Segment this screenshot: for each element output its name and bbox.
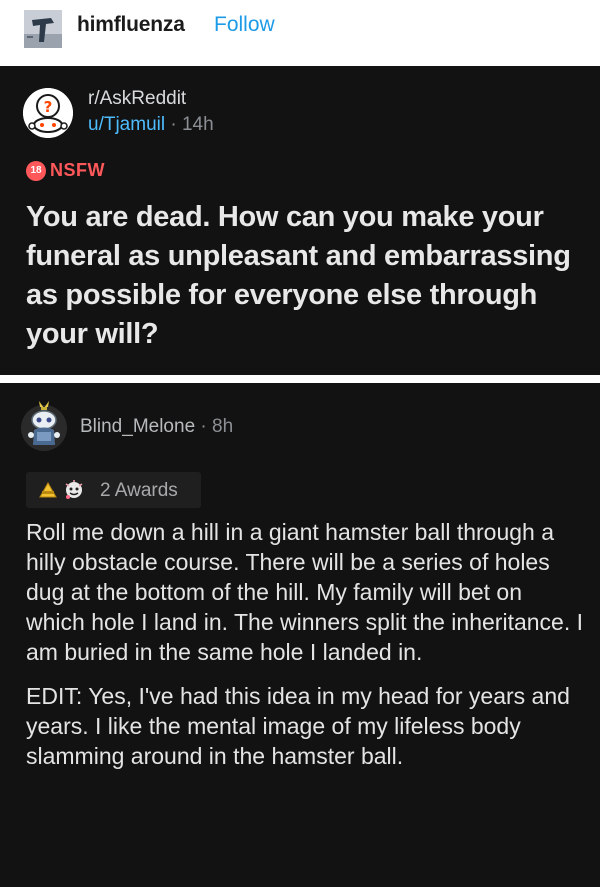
post-author[interactable]: u/Tjamuil <box>88 114 165 135</box>
nsfw-18-icon: 18 <box>26 160 46 181</box>
post-age: 14h <box>181 114 214 135</box>
gold-award-icon <box>38 481 58 504</box>
tumblr-header: himfluenza Follow <box>0 0 600 60</box>
post-title[interactable]: You are dead. How can you make your fune… <box>26 198 586 354</box>
meta-separator: · <box>170 114 177 135</box>
comment-meta: Blind_Melone · 8h <box>80 416 233 438</box>
askreddit-snoo-icon[interactable]: ? <box>23 88 73 138</box>
wholesome-award-icon <box>63 479 85 506</box>
comment-paragraph: Roll me down a hill in a giant hamster b… <box>26 519 583 665</box>
comment-body: Roll me down a hill in a giant hamster b… <box>26 517 586 771</box>
awards-chip[interactable]: 2 Awards <box>26 472 201 508</box>
nsfw-tag: 18 NSFW <box>26 160 105 182</box>
snoo-avatar-icon[interactable] <box>19 399 69 453</box>
subreddit-name[interactable]: r/AskReddit <box>88 88 186 110</box>
blog-avatar-icon[interactable] <box>24 10 62 48</box>
blog-username[interactable]: himfluenza <box>77 13 185 37</box>
panel-divider <box>0 375 600 383</box>
comment-edit-paragraph: EDIT: Yes, I've had this idea in my head… <box>26 683 570 769</box>
follow-button[interactable]: Follow <box>214 13 275 37</box>
comment-age: 8h <box>212 416 234 437</box>
post-meta: u/Tjamuil · 14h <box>88 114 214 136</box>
awards-count: 2 Awards <box>100 480 178 501</box>
meta-separator: · <box>200 416 207 437</box>
reddit-post: ? r/AskReddit u/Tjamuil · 14h 18 NSFW You… <box>0 66 600 375</box>
comment-author[interactable]: Blind_Melone <box>80 416 195 437</box>
reddit-comment: Blind_Melone · 8h 2 Awards Roll me down … <box>0 383 600 887</box>
nsfw-label: NSFW <box>50 160 105 180</box>
svg-text:?: ? <box>44 98 53 116</box>
